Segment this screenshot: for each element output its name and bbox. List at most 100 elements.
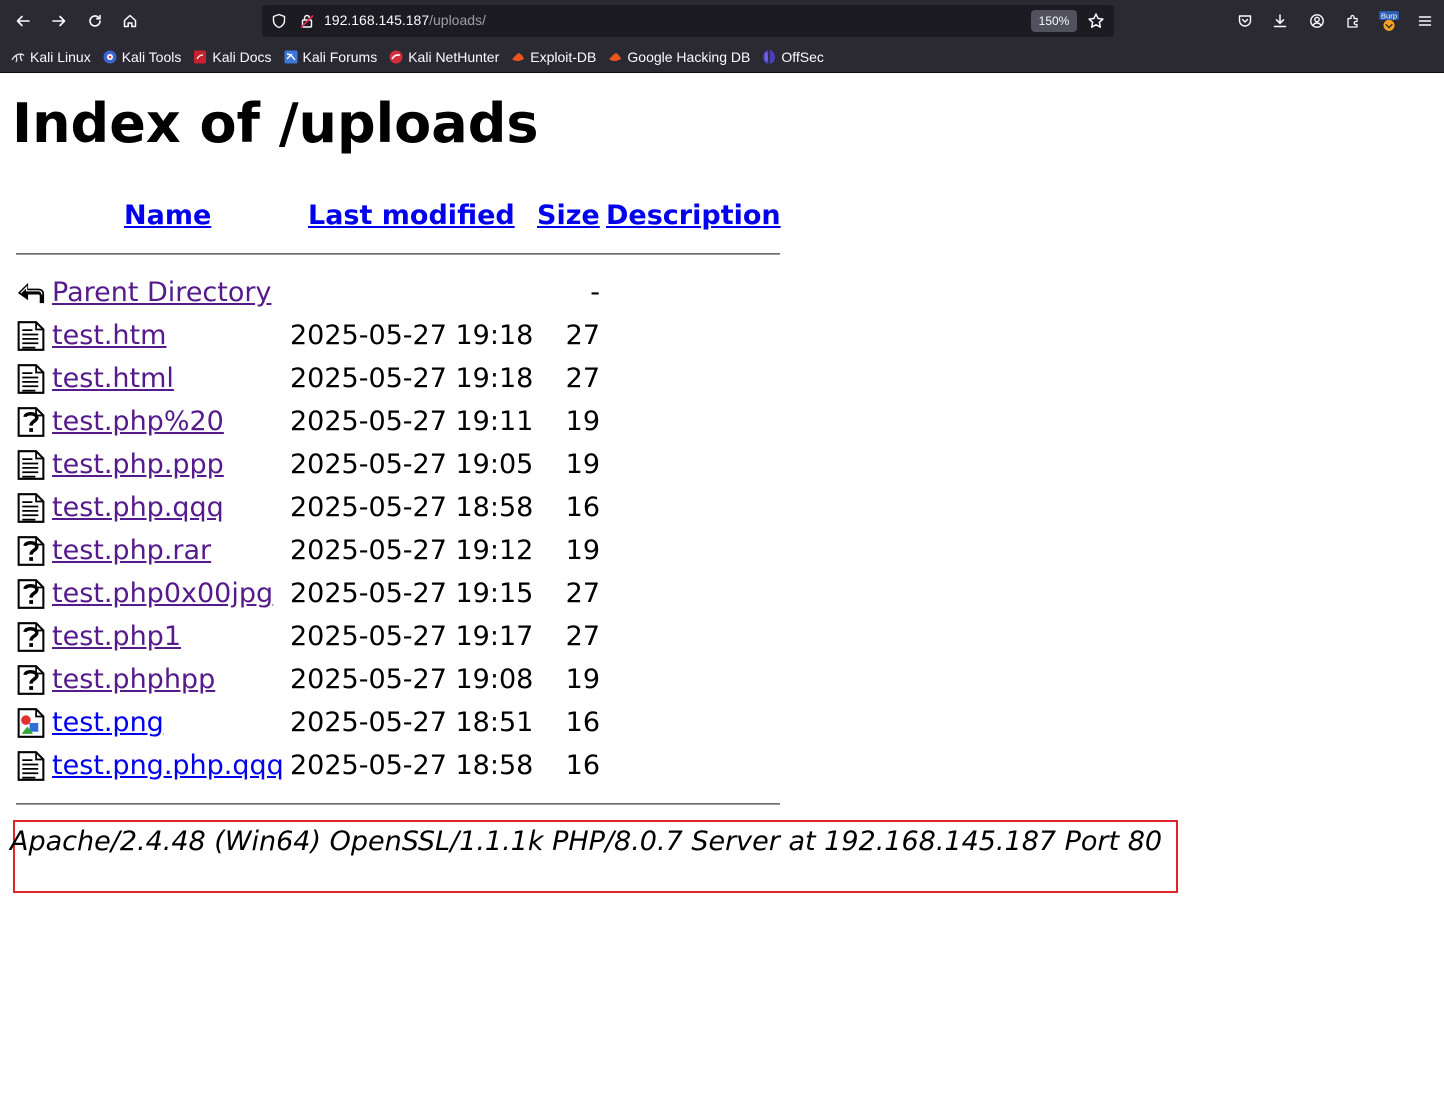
kali-forums-icon [284, 50, 298, 64]
shield-icon[interactable] [271, 13, 287, 29]
file-link[interactable]: test.php0x00jpg [52, 578, 273, 609]
page-title: Index of /uploads [12, 92, 539, 155]
bookmark-google-hacking-db[interactable]: Google Hacking DB [607, 49, 750, 65]
sort-by-size-link[interactable]: Size [537, 200, 600, 231]
file-size: 27 [565, 578, 600, 609]
extensions-icon [1347, 14, 1358, 28]
file-row: test.php%20 2025-05-27 19:11 19 [16, 406, 816, 442]
server-signature: Apache/2.4.48 (Win64) OpenSSL/1.1.1k PHP… [10, 826, 1163, 857]
file-row: test.htm 2025-05-27 19:18 27 [16, 320, 816, 356]
back-button[interactable] [9, 7, 37, 35]
url-bar[interactable]: 192.168.145.187/uploads/ 150% [262, 5, 1114, 37]
file-link[interactable]: test.php1 [52, 621, 181, 652]
text-file-icon [16, 363, 46, 395]
bookmark-label: OffSec [781, 49, 824, 65]
column-header-size[interactable]: Size [537, 200, 600, 231]
file-size: 16 [565, 707, 600, 738]
column-header-name[interactable]: Name [124, 200, 211, 231]
file-size: 19 [565, 535, 600, 566]
file-link[interactable]: test.php%20 [52, 406, 224, 437]
file-size: 27 [565, 621, 600, 652]
unknown-file-icon [16, 621, 46, 653]
exploit-db-icon [512, 53, 525, 61]
unknown-file-icon [16, 535, 46, 567]
file-link[interactable]: test.png [52, 707, 164, 738]
home-icon [123, 14, 137, 28]
file-link[interactable]: test.png.php.qqq [52, 750, 284, 781]
burp-badge: Burp [1381, 11, 1397, 20]
url-text[interactable]: 192.168.145.187/uploads/ [324, 12, 486, 28]
kali-docs-icon [194, 50, 207, 64]
file-row: test.php.ppp 2025-05-27 19:05 19 [16, 449, 816, 485]
text-file-icon [16, 492, 46, 524]
bookmark-label: Google Hacking DB [627, 49, 751, 65]
file-link[interactable]: test.phphpp [52, 664, 215, 695]
file-size: 16 [565, 750, 600, 781]
column-header-description[interactable]: Description [606, 200, 781, 231]
file-size: 27 [565, 363, 600, 394]
offsec-icon [763, 50, 776, 64]
download-icon [1273, 14, 1287, 28]
sort-by-last-modified-link[interactable]: Last modified [308, 200, 515, 231]
bookmark-label: Kali Forums [302, 49, 378, 65]
menu-icon [1418, 16, 1432, 26]
text-file-icon [16, 449, 46, 481]
file-link[interactable]: test.html [52, 363, 174, 394]
file-row: test.php0x00jpg 2025-05-27 19:15 27 [16, 578, 816, 614]
bookmark-label: Kali Linux [30, 49, 91, 65]
parent-directory-row: Parent Directory - [16, 277, 816, 313]
extensions-button[interactable] [1339, 7, 1367, 35]
bookmark-kali-docs[interactable]: Kali Docs [192, 49, 272, 65]
burp-icon: Burp [1379, 11, 1399, 31]
parent-size: - [590, 277, 600, 308]
ghdb-icon [609, 53, 622, 61]
back-arrow-folder-icon [17, 282, 45, 304]
account-button[interactable] [1303, 7, 1331, 35]
kali-dragon-icon [11, 53, 25, 63]
lock-icon[interactable] [299, 13, 315, 29]
file-size: 19 [565, 406, 600, 437]
forward-button[interactable] [45, 7, 73, 35]
column-header-last-modified[interactable]: Last modified [308, 200, 515, 231]
file-link[interactable]: test.php.ppp [52, 449, 224, 480]
account-icon [1310, 14, 1324, 28]
reload-icon [89, 14, 101, 27]
kali-nethunter-icon [389, 50, 403, 64]
file-row: test.png.php.qqq 2025-05-27 18:58 16 [16, 750, 816, 786]
downloads-button[interactable] [1266, 7, 1294, 35]
burp-extension-button[interactable]: Burp [1375, 7, 1403, 35]
sort-by-name-link[interactable]: Name [124, 200, 211, 231]
bookmark-kali-tools[interactable]: Kali Tools [102, 49, 181, 65]
bookmark-label: Kali NetHunter [408, 49, 500, 65]
pocket-icon [1238, 15, 1252, 27]
header-divider [16, 253, 780, 255]
file-size: 19 [565, 449, 600, 480]
file-row: test.php.qqq 2025-05-27 18:58 16 [16, 492, 816, 528]
bookmark-star-icon[interactable] [1087, 12, 1105, 30]
toolbar-divider [0, 72, 1444, 73]
bookmark-kali-nethunter[interactable]: Kali NetHunter [388, 49, 499, 65]
url-host: 192.168.145.187 [324, 12, 430, 28]
parent-directory-link[interactable]: Parent Directory [52, 277, 271, 308]
bookmark-label: Kali Docs [212, 49, 272, 65]
sort-by-description-link[interactable]: Description [606, 200, 781, 231]
bookmark-offsec[interactable]: OffSec [761, 49, 824, 65]
home-button[interactable] [116, 7, 144, 35]
menu-button[interactable] [1411, 7, 1439, 35]
file-link[interactable]: test.php.qqq [52, 492, 224, 523]
browser-chrome: 192.168.145.187/uploads/ 150% Burp Kali … [0, 0, 1444, 73]
bookmark-kali-linux[interactable]: Kali Linux [10, 49, 91, 65]
bookmark-kali-forums[interactable]: Kali Forums [283, 49, 378, 65]
reload-button[interactable] [81, 7, 109, 35]
bookmark-exploit-db[interactable]: Exploit-DB [510, 49, 596, 65]
file-size: 16 [565, 492, 600, 523]
pocket-button[interactable] [1231, 7, 1259, 35]
file-row: test.png 2025-05-27 18:51 16 [16, 707, 816, 743]
forward-icon [52, 15, 66, 27]
back-icon [16, 15, 30, 27]
file-link[interactable]: test.htm [52, 320, 166, 351]
zoom-level-button[interactable]: 150% [1031, 10, 1077, 32]
url-path: /uploads/ [429, 12, 486, 28]
file-link[interactable]: test.php.rar [52, 535, 211, 566]
file-row: test.phphpp 2025-05-27 19:08 19 [16, 664, 816, 700]
